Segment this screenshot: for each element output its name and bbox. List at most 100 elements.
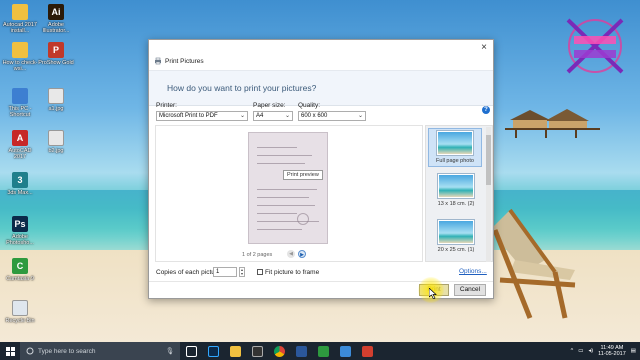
printer-select-value: Microsoft Print to PDF [159, 113, 218, 119]
quality-select[interactable]: 600 x 600 ⌄ [298, 111, 366, 121]
layout-option-label: Full page photo [436, 158, 474, 164]
folder-icon [12, 42, 28, 58]
dialog-titlebar[interactable] [149, 40, 493, 56]
windows-logo-icon [5, 346, 15, 356]
layout-option[interactable]: Full page photo [428, 128, 482, 167]
scrollbar-thumb[interactable] [486, 135, 491, 185]
chevron-up-icon[interactable]: ^ [571, 348, 574, 354]
file-icon [48, 88, 64, 104]
paper-size-label: Paper size: [253, 102, 286, 109]
layout-thumbnail [436, 130, 474, 156]
print-preview-pane: Print preview 1 of 2 pages ◀ ▶ [155, 125, 423, 262]
paper-size-select[interactable]: A4 ⌄ [253, 111, 293, 121]
app-icon: Ps [12, 216, 28, 232]
desktop-icon[interactable]: Ai Adobe Illustrator... [38, 4, 74, 34]
layout-list-scrollbar[interactable] [486, 127, 491, 262]
desktop-icon-label: 3ds Max... [7, 190, 33, 196]
desktop-icon-label: b2.jpg [48, 148, 64, 154]
dialog-title-text: Print Pictures [165, 57, 204, 65]
desktop-icon[interactable]: Recycle Bin [2, 300, 38, 324]
copies-input[interactable]: 1 [213, 267, 237, 277]
clock-date: 11-05-2017 [598, 351, 626, 357]
camtasia-taskbar-icon[interactable] [312, 342, 334, 360]
desktop-icon[interactable]: How to check-wsi... [2, 42, 38, 72]
file-explorer-taskbar-icon[interactable] [224, 342, 246, 360]
dialog-question: How do you want to print your pictures? [167, 83, 317, 93]
volume-icon[interactable]: ◂) [588, 348, 593, 354]
media-player-taskbar-icon[interactable] [246, 342, 268, 360]
layout-option-label: 20 x 25 cm. (1) [437, 247, 475, 253]
app-icon: Ai [48, 4, 64, 20]
chrome-taskbar-icon[interactable] [268, 342, 290, 360]
printer-select[interactable]: Microsoft Print to PDF ⌄ [156, 111, 248, 121]
search-icon [26, 347, 34, 355]
app-icon: 3 [12, 172, 28, 188]
cancel-button[interactable]: Cancel [454, 284, 486, 296]
desktop-icon[interactable]: b2.jpg [38, 130, 74, 154]
quality-label: Quality: [298, 102, 321, 109]
clock[interactable]: 11:49 AM 11-05-2017 [598, 345, 626, 358]
desktop-icon[interactable]: This PC - Shortcut [2, 88, 38, 118]
next-page-button[interactable]: ▶ [298, 250, 306, 258]
paper-size-value: A4 [256, 113, 264, 119]
recorder-taskbar-icon[interactable] [356, 342, 378, 360]
print-pictures-dialog: × Print Pictures How do you want to prin… [148, 39, 494, 299]
options-link[interactable]: Options... [459, 268, 487, 275]
printer-icon [155, 57, 161, 65]
file-icon [48, 130, 64, 146]
desktop-icon-label: This PC - Shortcut [8, 106, 32, 118]
desktop-icon-label: Autocad 2017 install... [3, 22, 37, 34]
desktop-icon-label: a1.jpg [48, 106, 64, 112]
desktop-icon[interactable]: Autocad 2017 install... [2, 4, 38, 34]
mouse-cursor-icon [429, 288, 437, 299]
chevron-down-icon: ⌄ [284, 113, 290, 119]
photos-taskbar-icon[interactable] [334, 342, 356, 360]
task-view-icon[interactable] [180, 342, 202, 360]
layout-thumbnail [437, 173, 475, 199]
network-icon[interactable]: ▭ [578, 348, 583, 354]
desktop-icon-label: Recycle Bin [5, 318, 35, 324]
previous-page-button[interactable]: ◀ [287, 250, 295, 258]
close-icon[interactable]: × [481, 42, 487, 53]
desktop-icon-label: How to check-wsi... [2, 60, 38, 72]
pc-icon [12, 88, 28, 104]
desktop-icon-label: Camtasia 9 [6, 276, 34, 282]
app-icon: P [48, 42, 64, 58]
channel-logo-watermark [566, 18, 624, 74]
app-icon: C [12, 258, 28, 274]
page-count: 1 of 2 pages [242, 252, 273, 258]
preview-page: Print preview [248, 132, 328, 244]
layout-option[interactable]: 13 x 18 cm. (2) [436, 173, 476, 207]
desktop-icon-label: AutoCAD 2017 [8, 148, 32, 160]
desktop-icon[interactable]: 3 3ds Max... [2, 172, 38, 196]
taskbar-search-box[interactable]: Type here to search 🎙 [20, 342, 180, 360]
help-icon[interactable]: ? [482, 106, 490, 114]
desktop-icon[interactable]: Ps Adobe Photosho... [2, 216, 38, 246]
word-taskbar-icon[interactable] [290, 342, 312, 360]
folder-icon [12, 4, 28, 20]
chevron-down-icon: ⌄ [357, 113, 363, 119]
layout-option[interactable]: 20 x 25 cm. (1) [436, 219, 476, 253]
photoshop-taskbar-icon[interactable] [202, 342, 224, 360]
desktop-icon-label: ProShow Gold [38, 60, 74, 66]
system-tray: ^ ▭ ◂) 11:49 AM 11-05-2017 ▤ [571, 342, 636, 360]
desktop-icon[interactable]: P ProShow Gold [38, 42, 74, 66]
taskbar: Type here to search 🎙 ^ ▭ ◂) 11:49 AM 11… [0, 342, 640, 360]
desktop-icon[interactable]: a1.jpg [38, 88, 74, 112]
desktop-icon[interactable]: A AutoCAD 2017 [2, 130, 38, 160]
start-button[interactable] [0, 342, 20, 360]
notifications-icon[interactable]: ▤ [631, 348, 636, 354]
fit-picture-checkbox[interactable] [257, 269, 263, 275]
recycle-bin-icon [12, 300, 28, 316]
app-icon: A [12, 130, 28, 146]
microphone-icon[interactable]: 🎙 [166, 347, 174, 355]
copies-value: 1 [216, 269, 220, 275]
chevron-down-icon: ⌄ [239, 113, 245, 119]
printer-label: Printer: [156, 102, 177, 109]
fit-picture-label: Fit picture to frame [265, 269, 320, 276]
copies-stepper[interactable]: ▴ ▾ [239, 267, 245, 277]
desktop-icon[interactable]: C Camtasia 9 [2, 258, 38, 282]
dialog-title: Print Pictures [154, 57, 204, 65]
desktop-icon-label: Adobe Illustrator... [42, 22, 70, 34]
quality-value: 600 x 600 [301, 113, 328, 119]
